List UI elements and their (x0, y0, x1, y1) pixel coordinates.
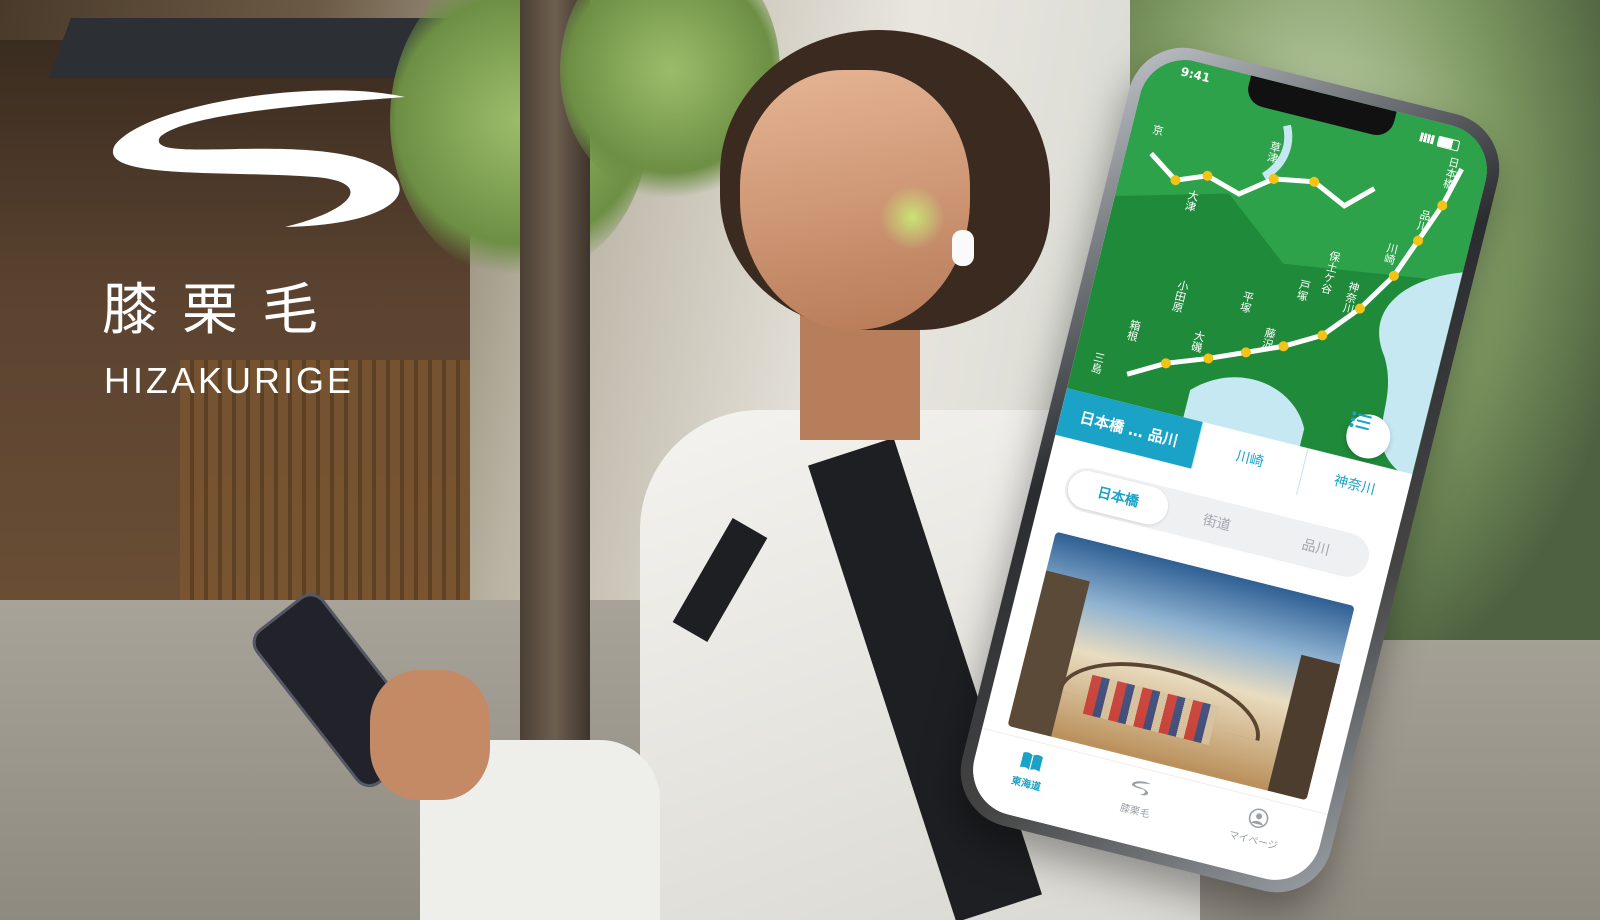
book-icon (1019, 752, 1043, 772)
map-label-kyo: 京 (1149, 122, 1166, 137)
logo-kanji: 膝栗毛 (102, 278, 342, 343)
pill-tab-shinagawa[interactable]: 品川 (1264, 525, 1368, 569)
artwork-building-right (1267, 654, 1341, 801)
hero-banner: 膝栗毛 HIZAKURIGE 9:41 京 草津 大津 日本橋 品川 川崎 保土… (0, 0, 1600, 920)
signal-icon (1419, 131, 1436, 144)
logo-romaji: HIZAKURIGE (104, 360, 355, 401)
battery-icon (1436, 135, 1461, 152)
profile-icon (1248, 808, 1269, 829)
hizakurige-logo-mark (112, 90, 405, 228)
pill-tab-nihonbashi[interactable]: 日本橋 (1063, 466, 1173, 529)
tab-mypage[interactable]: マイページ (1227, 803, 1285, 853)
tab-label-mypage: マイページ (1227, 829, 1279, 853)
logo-s-icon (1132, 781, 1151, 796)
earbud (952, 230, 974, 266)
tab-label-hizakurige: 膝栗毛 (1118, 802, 1151, 821)
list-icon (1349, 411, 1372, 431)
tab-label-tokaido: 東海道 (1010, 775, 1042, 794)
pill-tab-kaido[interactable]: 街道 (1165, 500, 1269, 544)
tab-hizakurige[interactable]: 膝栗毛 (1118, 775, 1158, 821)
artwork-building-left (1007, 570, 1090, 737)
person-hand (370, 670, 490, 800)
lens-flare (880, 185, 945, 250)
tab-tokaido[interactable]: 東海道 (1010, 748, 1049, 793)
